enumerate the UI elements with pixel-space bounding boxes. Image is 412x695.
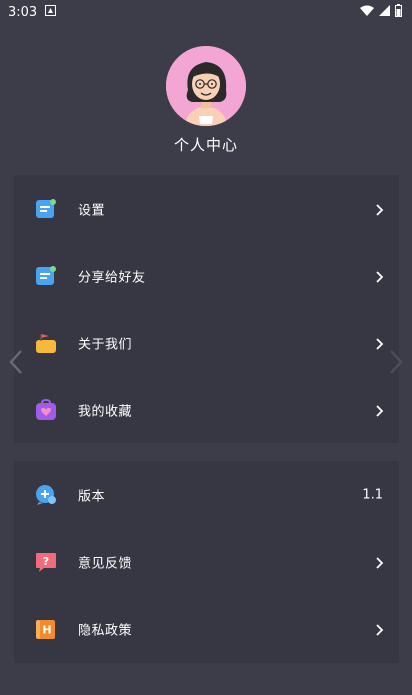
menu-item-label: 设置 (78, 203, 106, 218)
privacy-icon: H (35, 618, 57, 640)
menu-item-favorites[interactable]: 我的收藏 (14, 376, 399, 443)
chevron-right-icon (375, 403, 385, 417)
menu-item-label: 版本 (78, 489, 106, 504)
menu-item-label: 意见反馈 (78, 556, 133, 571)
menu-item-privacy[interactable]: H 隐私政策 (14, 595, 399, 662)
chevron-right-icon (375, 269, 385, 283)
menu-item-feedback[interactable]: ? 意见反馈 (14, 528, 399, 595)
menu-item-version[interactable]: 版本 1.1 (14, 461, 399, 528)
share-icon (35, 265, 57, 287)
chevron-right-icon (375, 622, 385, 636)
menu-item-share[interactable]: 分享给好友 (14, 242, 399, 309)
version-value: 1.1 (362, 487, 383, 502)
settings-icon (35, 198, 57, 220)
wifi-icon (360, 5, 374, 20)
about-icon (35, 332, 57, 354)
version-icon (35, 484, 57, 506)
favorites-icon (35, 398, 57, 421)
menu-card-primary: 设置 分享给好友 关于我们 我的收藏 (14, 175, 399, 443)
chevron-right-icon (375, 202, 385, 216)
menu-card-secondary: 版本 1.1 ? 意见反馈 H 隐私政策 (14, 461, 399, 663)
menu-item-label: 关于我们 (78, 337, 133, 352)
chevron-right-icon (375, 555, 385, 569)
svg-text:?: ? (43, 555, 49, 568)
status-bar: 3:03 (0, 0, 412, 24)
feedback-icon: ? (35, 551, 57, 573)
notification-icon (45, 4, 57, 20)
avatar-illustration (166, 46, 246, 126)
avatar[interactable] (166, 46, 246, 126)
menu-item-label: 分享给好友 (78, 270, 146, 285)
svg-text:H: H (42, 623, 51, 636)
signal-icon (379, 4, 390, 20)
page-title: 个人中心 (173, 136, 238, 154)
forward-arrow-icon[interactable] (386, 348, 406, 376)
back-arrow-icon[interactable] (6, 348, 26, 376)
chevron-right-icon (375, 336, 385, 350)
menu-item-settings[interactable]: 设置 (14, 175, 399, 242)
menu-item-about[interactable]: 关于我们 (14, 309, 399, 376)
menu-item-label: 我的收藏 (78, 404, 133, 419)
menu-item-label: 隐私政策 (78, 623, 133, 638)
status-time: 3:03 (8, 4, 38, 20)
battery-icon (395, 3, 402, 21)
